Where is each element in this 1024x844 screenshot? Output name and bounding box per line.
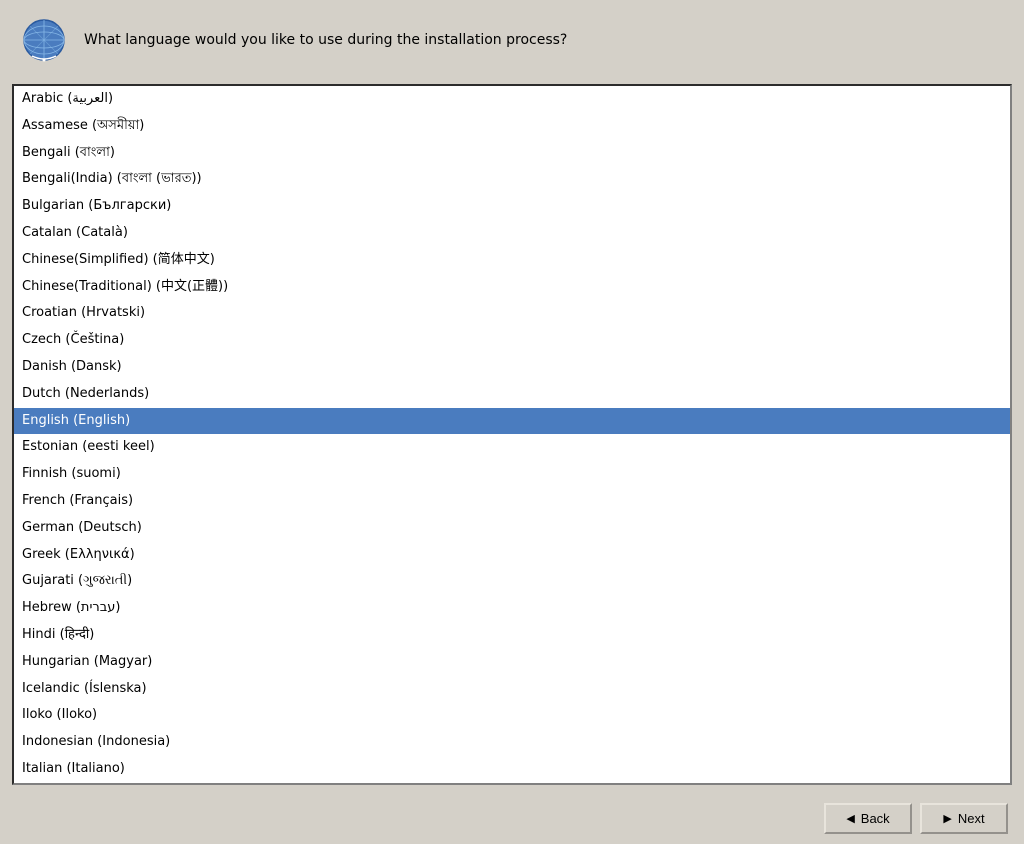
- back-label: Back: [861, 811, 890, 826]
- globe-icon: [20, 16, 68, 64]
- language-item[interactable]: Bengali(India) (বাংলা (ভারত)): [14, 166, 1010, 193]
- language-item[interactable]: Czech (Čeština): [14, 327, 1010, 354]
- language-item[interactable]: Italian (Italiano): [14, 756, 1010, 783]
- language-item[interactable]: Catalan (Català): [14, 220, 1010, 247]
- language-item[interactable]: Icelandic (Íslenska): [14, 676, 1010, 703]
- language-item[interactable]: Bengali (বাংলা): [14, 140, 1010, 167]
- language-item[interactable]: Iloko (Iloko): [14, 702, 1010, 729]
- language-item[interactable]: Arabic (العربية): [14, 86, 1010, 113]
- next-label: Next: [958, 811, 985, 826]
- back-button[interactable]: ◀ Back: [824, 803, 912, 834]
- language-item[interactable]: Bulgarian (Български): [14, 193, 1010, 220]
- language-item[interactable]: French (Français): [14, 488, 1010, 515]
- language-item[interactable]: Greek (Ελληνικά): [14, 542, 1010, 569]
- next-icon: ▶: [943, 812, 951, 825]
- language-item[interactable]: Estonian (eesti keel): [14, 434, 1010, 461]
- header: What language would you like to use duri…: [0, 0, 1024, 80]
- header-question: What language would you like to use duri…: [84, 30, 567, 51]
- language-item[interactable]: Hungarian (Magyar): [14, 649, 1010, 676]
- language-item[interactable]: Croatian (Hrvatski): [14, 300, 1010, 327]
- next-button[interactable]: ▶ Next: [920, 803, 1008, 834]
- language-item[interactable]: Hindi (हिन्दी): [14, 622, 1010, 649]
- language-item[interactable]: German (Deutsch): [14, 515, 1010, 542]
- language-item[interactable]: Chinese(Traditional) (中文(正體)): [14, 274, 1010, 301]
- language-list-container: Arabic (العربية)Assamese (অসমীয়া)Bengal…: [12, 84, 1012, 785]
- footer: ◀ Back ▶ Next: [0, 793, 1024, 844]
- language-item[interactable]: Danish (Dansk): [14, 354, 1010, 381]
- language-list[interactable]: Arabic (العربية)Assamese (অসমীয়া)Bengal…: [14, 86, 1010, 783]
- language-item[interactable]: Indonesian (Indonesia): [14, 729, 1010, 756]
- language-item[interactable]: Dutch (Nederlands): [14, 381, 1010, 408]
- main-content: Arabic (العربية)Assamese (অসমীয়া)Bengal…: [0, 80, 1024, 793]
- language-item[interactable]: Finnish (suomi): [14, 461, 1010, 488]
- language-item[interactable]: Chinese(Simplified) (简体中文): [14, 247, 1010, 274]
- back-icon: ◀: [846, 812, 854, 825]
- language-item[interactable]: Gujarati (ગુજરાતી): [14, 568, 1010, 595]
- language-item[interactable]: Assamese (অসমীয়া): [14, 113, 1010, 140]
- language-item[interactable]: Hebrew (עברית): [14, 595, 1010, 622]
- language-item[interactable]: English (English): [14, 408, 1010, 435]
